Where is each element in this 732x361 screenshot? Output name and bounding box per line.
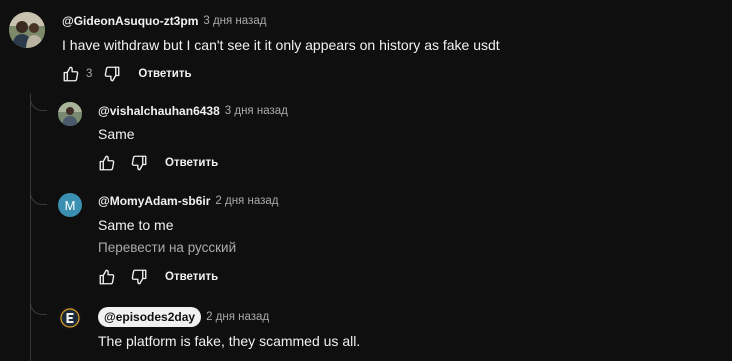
timestamp[interactable]: 2 дня назад	[215, 195, 278, 207]
reply-button[interactable]: Ответить	[165, 157, 218, 169]
reply-button[interactable]: Ответить	[165, 271, 218, 283]
comment-text: I have withdraw but I can't see it it on…	[62, 37, 500, 53]
comment-header: @MomyAdam-sb6ir 2 дня назад	[98, 192, 278, 210]
thumbs-up-icon	[63, 66, 79, 82]
reply-comment: @vishalchauhan6438 3 дня назад Same Отве…	[0, 94, 732, 184]
comment-text: Same	[98, 126, 135, 142]
comment-actions: 3 Ответить	[61, 64, 192, 84]
comment-header: @vishalchauhan6438 3 дня назад	[98, 102, 288, 120]
avatar-letter: M	[64, 197, 76, 213]
avatar[interactable]	[58, 102, 82, 126]
thumbs-up-icon	[99, 155, 115, 171]
timestamp[interactable]: 3 дня назад	[203, 15, 266, 27]
reply-comment: M @MomyAdam-sb6ir 2 дня назад Same to me…	[0, 184, 732, 298]
comment-header: @GideonAsuquo-zt3pm 3 дня назад	[62, 12, 266, 30]
thumbs-down-icon	[131, 269, 147, 285]
like-button[interactable]	[97, 267, 117, 287]
comment-actions: Ответить	[97, 267, 218, 287]
avatar[interactable]: M	[58, 193, 82, 217]
author-name[interactable]: @vishalchauhan6438	[98, 104, 220, 118]
comment-text: The platform is fake, they scammed us al…	[98, 333, 361, 349]
timestamp[interactable]: 2 дня назад	[206, 311, 269, 323]
comment-actions: Ответить	[97, 153, 218, 173]
like-button[interactable]	[61, 64, 81, 84]
dislike-button[interactable]	[129, 267, 149, 287]
reply-comment: @episodes2day 2 дня назад The platform i…	[0, 298, 732, 361]
avatar[interactable]	[9, 12, 45, 48]
comment: @GideonAsuquo-zt3pm 3 дня назад I have w…	[0, 0, 732, 94]
thumbs-down-icon	[131, 155, 147, 171]
reply-button[interactable]: Ответить	[138, 68, 191, 80]
author-name[interactable]: @episodes2day	[98, 307, 202, 327]
author-name[interactable]: @MomyAdam-sb6ir	[98, 194, 210, 208]
like-count: 3	[86, 68, 93, 80]
dislike-button[interactable]	[129, 153, 149, 173]
like-button[interactable]	[97, 153, 117, 173]
thumbs-up-icon	[99, 269, 115, 285]
timestamp[interactable]: 3 дня назад	[225, 105, 288, 117]
dislike-button[interactable]	[102, 64, 122, 84]
thumbs-down-icon	[105, 66, 120, 82]
translate-link[interactable]: Перевести на русский	[98, 240, 236, 255]
avatar[interactable]	[58, 306, 82, 330]
comment-header: @episodes2day 2 дня назад	[98, 306, 269, 328]
comment-text: Same to me	[98, 217, 174, 233]
author-name[interactable]: @GideonAsuquo-zt3pm	[62, 14, 198, 28]
